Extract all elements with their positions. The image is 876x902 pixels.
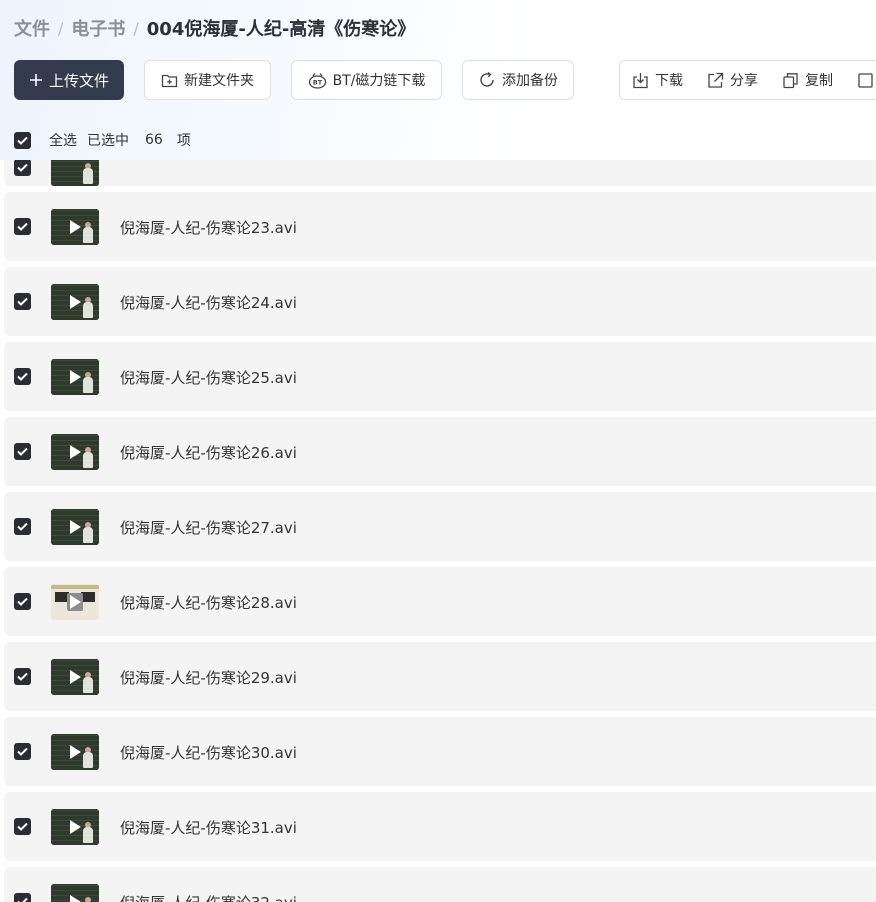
header: 文件 / 电子书 / 004倪海厦-人纪-高清《伤寒论》 上传文件 新建文件夹 … [0, 0, 876, 160]
play-icon [70, 295, 81, 309]
copy-icon [782, 72, 799, 89]
video-thumbnail [51, 284, 99, 320]
download-button[interactable]: 下载 [632, 70, 683, 90]
refresh-icon [478, 71, 496, 89]
bt-magnet-download-button[interactable]: BT BT/磁力链下载 [291, 60, 442, 100]
breadcrumb-item-files[interactable]: 文件 [14, 15, 50, 41]
select-all-checkbox[interactable] [14, 131, 31, 149]
row-checkbox[interactable] [14, 518, 31, 535]
file-row[interactable]: 倪海厦-人纪-伤寒论26.avi [4, 417, 876, 486]
play-icon [70, 820, 81, 834]
share-label: 分享 [730, 73, 758, 89]
file-row[interactable]: 倪海厦-人纪-伤寒论24.avi [4, 267, 876, 336]
file-name[interactable]: 倪海厦-人纪-伤寒论32.avi [120, 892, 297, 902]
play-icon [70, 370, 81, 384]
file-name[interactable]: 倪海厦-人纪-伤寒论26.avi [120, 442, 297, 463]
row-checkbox[interactable] [14, 818, 31, 835]
selection-bar: 全选 已选中 66 项 [14, 130, 201, 150]
row-checkbox[interactable] [14, 668, 31, 685]
new-folder-label: 新建文件夹 [184, 73, 254, 89]
play-icon [70, 445, 81, 459]
video-thumbnail [51, 659, 99, 695]
bt-icon: BT [308, 72, 327, 89]
breadcrumb-separator: / [58, 18, 64, 38]
file-row[interactable]: 倪海厦-人纪-伤寒论25.avi [4, 342, 876, 411]
selected-prefix: 已选中 [87, 133, 129, 149]
file-row[interactable]: 倪海厦-人纪-伤寒论30.avi [4, 717, 876, 786]
toolbar: 上传文件 新建文件夹 BT BT/磁力链下载 添加备份 下载 分享 复制 [14, 60, 876, 100]
row-checkbox[interactable] [14, 293, 31, 310]
upload-file-label: 上传文件 [48, 71, 109, 90]
row-checkbox[interactable] [14, 743, 31, 760]
file-name[interactable]: 倪海厦-人纪-伤寒论31.avi [120, 817, 297, 838]
more-action-button[interactable] [857, 72, 876, 89]
file-name[interactable]: 倪海厦-人纪-伤寒论27.avi [120, 517, 297, 538]
video-thumbnail [51, 734, 99, 770]
video-thumbnail [51, 584, 99, 620]
copy-label: 复制 [805, 73, 833, 89]
new-folder-button[interactable]: 新建文件夹 [144, 60, 271, 100]
file-row[interactable]: 倪海厦-人纪-伤寒论31.avi [4, 792, 876, 861]
breadcrumb: 文件 / 电子书 / 004倪海厦-人纪-高清《伤寒论》 [14, 15, 416, 41]
folder-plus-icon [161, 73, 178, 88]
plus-icon [29, 73, 43, 87]
add-backup-button[interactable]: 添加备份 [462, 60, 574, 100]
download-icon [632, 72, 649, 89]
row-checkbox[interactable] [14, 159, 31, 176]
svg-text:BT: BT [312, 78, 322, 86]
video-thumbnail [51, 359, 99, 395]
play-icon [70, 670, 81, 684]
row-checkbox[interactable] [14, 368, 31, 385]
share-icon [707, 72, 724, 89]
file-row[interactable]: 倪海厦-人纪-伤寒论28.avi [4, 567, 876, 636]
file-row[interactable]: 倪海厦-人纪-伤寒论32.avi [4, 867, 876, 902]
move-icon [857, 72, 874, 89]
selected-count: 66 [145, 132, 163, 148]
share-button[interactable]: 分享 [707, 70, 758, 90]
video-thumbnail [51, 809, 99, 845]
play-icon [70, 220, 81, 234]
upload-file-button[interactable]: 上传文件 [14, 60, 124, 100]
selected-suffix: 项 [176, 133, 191, 149]
row-checkbox[interactable] [14, 893, 31, 902]
breadcrumb-separator: / [133, 18, 139, 38]
file-name[interactable]: 倪海厦-人纪-伤寒论30.avi [120, 742, 297, 763]
select-all-label[interactable]: 全选 [49, 130, 77, 150]
video-thumbnail [51, 209, 99, 245]
video-thumbnail [51, 434, 99, 470]
row-checkbox[interactable] [14, 593, 31, 610]
file-name[interactable]: 倪海厦-人纪-伤寒论24.avi [120, 292, 297, 313]
play-icon [70, 520, 81, 534]
video-thumbnail [51, 884, 99, 902]
row-checkbox[interactable] [14, 218, 31, 235]
file-row[interactable]: 倪海厦-人纪-伤寒论27.avi [4, 492, 876, 561]
breadcrumb-item-ebooks[interactable]: 电子书 [71, 15, 125, 41]
selection-actions-group: 下载 分享 复制 [619, 60, 876, 100]
play-icon [70, 745, 81, 759]
play-icon [70, 895, 81, 902]
file-name[interactable]: 倪海厦-人纪-伤寒论28.avi [120, 592, 297, 613]
breadcrumb-current-folder: 004倪海厦-人纪-高清《伤寒论》 [146, 19, 416, 40]
file-name[interactable]: 倪海厦-人纪-伤寒论23.avi [120, 217, 297, 238]
download-label: 下载 [655, 73, 683, 89]
file-row[interactable]: 倪海厦-人纪-伤寒论29.avi [4, 642, 876, 711]
row-checkbox[interactable] [14, 443, 31, 460]
add-backup-label: 添加备份 [502, 73, 558, 89]
file-name[interactable]: 倪海厦-人纪-伤寒论25.avi [120, 367, 297, 388]
play-icon [70, 595, 81, 609]
bt-magnet-download-label: BT/磁力链下载 [332, 73, 426, 89]
copy-button[interactable]: 复制 [782, 70, 833, 90]
file-name[interactable]: 倪海厦-人纪-伤寒论29.avi [120, 667, 297, 688]
file-row[interactable]: 倪海厦-人纪-伤寒论23.avi [4, 192, 876, 261]
video-thumbnail [51, 509, 99, 545]
